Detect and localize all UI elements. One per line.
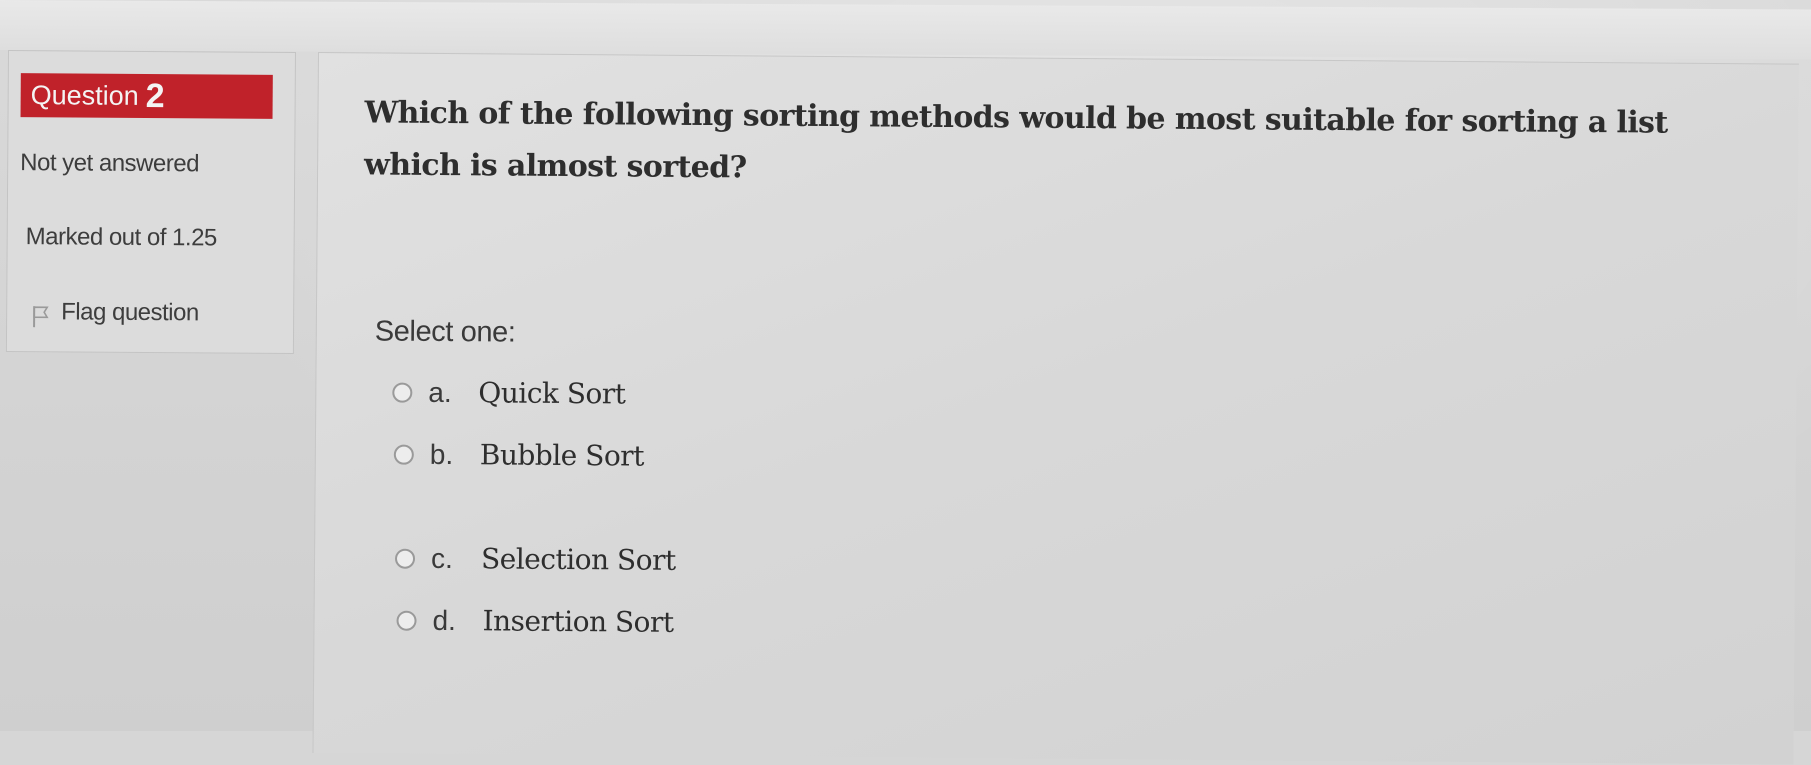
top-strip xyxy=(0,0,1811,59)
option-letter: d. xyxy=(432,604,482,636)
question-marks: Marked out of 1.25 xyxy=(26,223,217,252)
option-letter: b. xyxy=(430,438,480,470)
radio-button-b[interactable] xyxy=(394,444,414,464)
flag-question-label: Flag question xyxy=(61,298,199,327)
option-text: Insertion Sort xyxy=(482,604,673,638)
option-text: Quick Sort xyxy=(478,376,625,410)
flag-question-link[interactable]: Flag question xyxy=(31,296,199,329)
radio-button-a[interactable] xyxy=(392,382,412,402)
option-text: Bubble Sort xyxy=(480,438,644,472)
option-letter: c. xyxy=(431,542,481,574)
select-one-prompt: Select one: xyxy=(375,315,516,349)
quiz-page: Question 2 Not yet answered Marked out o… xyxy=(0,0,1811,731)
answer-option-c[interactable]: c. Selection Sort xyxy=(395,542,676,577)
answer-option-a[interactable]: a. Quick Sort xyxy=(392,376,625,411)
radio-button-c[interactable] xyxy=(395,548,415,568)
question-info-panel: Question 2 Not yet answered Marked out o… xyxy=(6,50,296,354)
option-letter: a. xyxy=(428,376,478,408)
flag-icon xyxy=(31,304,51,328)
answer-option-d[interactable]: d. Insertion Sort xyxy=(396,604,673,639)
question-label: Question xyxy=(31,80,139,112)
answer-option-b[interactable]: b. Bubble Sort xyxy=(394,438,644,473)
question-number: 2 xyxy=(146,76,165,115)
question-text: Which of the following sorting methods w… xyxy=(364,87,1765,202)
option-text: Selection Sort xyxy=(481,542,676,577)
radio-button-d[interactable] xyxy=(396,610,416,630)
question-status: Not yet answered xyxy=(20,149,199,178)
question-number-badge: Question 2 xyxy=(21,73,273,119)
question-content: Which of the following sorting methods w… xyxy=(312,52,1798,765)
